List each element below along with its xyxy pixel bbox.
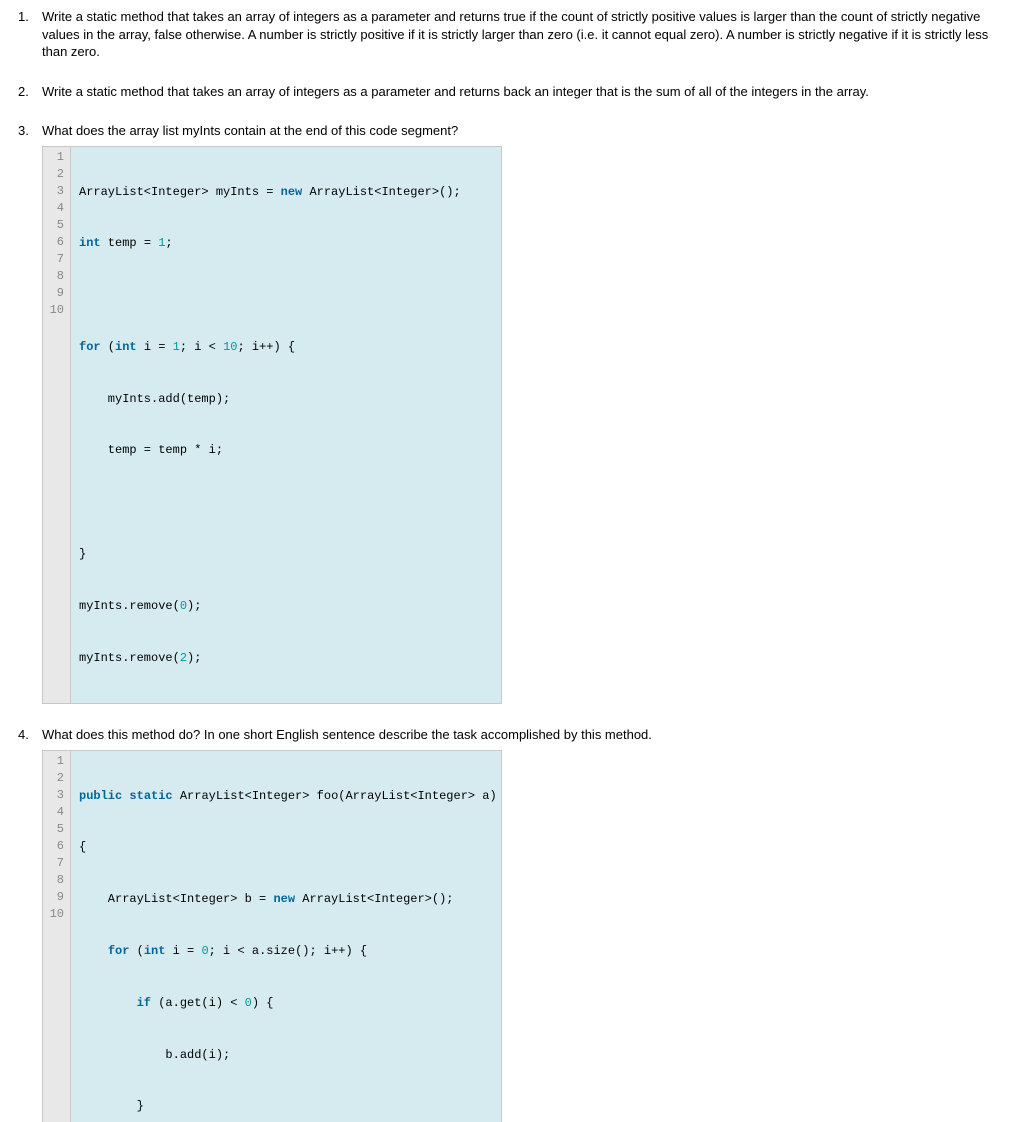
question-number: 3.: [18, 122, 38, 140]
question-2: 2. Write a static method that takes an a…: [18, 83, 1006, 101]
code-line: temp = temp * i;: [79, 442, 493, 459]
code-line: [79, 287, 493, 304]
code-line: [79, 494, 493, 511]
line-number: 10: [47, 906, 64, 923]
question-number: 1.: [18, 8, 38, 61]
line-number: 2: [47, 770, 64, 787]
line-number: 8: [47, 268, 64, 285]
question-body: What does this method do? In one short E…: [38, 726, 652, 744]
code-line: ArrayList<Integer> b = new ArrayList<Int…: [79, 891, 497, 908]
line-number-gutter: 1 2 3 4 5 6 7 8 9 10: [43, 147, 71, 704]
line-number: 7: [47, 855, 64, 872]
line-number: 2: [47, 166, 64, 183]
line-number: 9: [47, 889, 64, 906]
question-1: 1. Write a static method that takes an a…: [18, 8, 1006, 61]
code-line: myInts.remove(0);: [79, 598, 493, 615]
code-content: ArrayList<Integer> myInts = new ArrayLis…: [71, 147, 501, 704]
code-line: if (a.get(i) < 0) {: [79, 995, 497, 1012]
line-number: 5: [47, 821, 64, 838]
code-line: }: [79, 546, 493, 563]
code-line: myInts.remove(2);: [79, 650, 493, 667]
question-3: 3. What does the array list myInts conta…: [18, 122, 1006, 704]
question-text: 1. Write a static method that takes an a…: [18, 8, 1006, 61]
line-number: 1: [47, 753, 64, 770]
question-text: 3. What does the array list myInts conta…: [18, 122, 1006, 140]
code-block-2: 1 2 3 4 5 6 7 8 9 10 public static Array…: [42, 750, 502, 1122]
line-number: 3: [47, 787, 64, 804]
line-number: 9: [47, 285, 64, 302]
line-number: 4: [47, 804, 64, 821]
question-text: 4. What does this method do? In one shor…: [18, 726, 1006, 744]
line-number: 6: [47, 838, 64, 855]
code-line: public static ArrayList<Integer> foo(Arr…: [79, 788, 497, 805]
line-number: 4: [47, 200, 64, 217]
line-number: 1: [47, 149, 64, 166]
line-number: 7: [47, 251, 64, 268]
question-4: 4. What does this method do? In one shor…: [18, 726, 1006, 1122]
question-body: Write a static method that takes an arra…: [38, 8, 1006, 61]
line-number: 8: [47, 872, 64, 889]
code-line: for (int i = 1; i < 10; i++) {: [79, 339, 493, 356]
line-number: 3: [47, 183, 64, 200]
code-block-1: 1 2 3 4 5 6 7 8 9 10 ArrayList<Integer> …: [42, 146, 502, 705]
line-number: 5: [47, 217, 64, 234]
code-line: ArrayList<Integer> myInts = new ArrayLis…: [79, 184, 493, 201]
line-number: 10: [47, 302, 64, 319]
line-number-gutter: 1 2 3 4 5 6 7 8 9 10: [43, 751, 71, 1122]
code-line: myInts.add(temp);: [79, 391, 493, 408]
question-number: 4.: [18, 726, 38, 744]
question-body: Write a static method that takes an arra…: [38, 83, 869, 101]
question-number: 2.: [18, 83, 38, 101]
line-number: 6: [47, 234, 64, 251]
code-line: b.add(i);: [79, 1047, 497, 1064]
code-content: public static ArrayList<Integer> foo(Arr…: [71, 751, 505, 1122]
code-line: }: [79, 1098, 497, 1115]
code-line: for (int i = 0; i < a.size(); i++) {: [79, 943, 497, 960]
question-text: 2. Write a static method that takes an a…: [18, 83, 1006, 101]
question-body: What does the array list myInts contain …: [38, 122, 458, 140]
code-line: int temp = 1;: [79, 235, 493, 252]
code-line: {: [79, 839, 497, 856]
